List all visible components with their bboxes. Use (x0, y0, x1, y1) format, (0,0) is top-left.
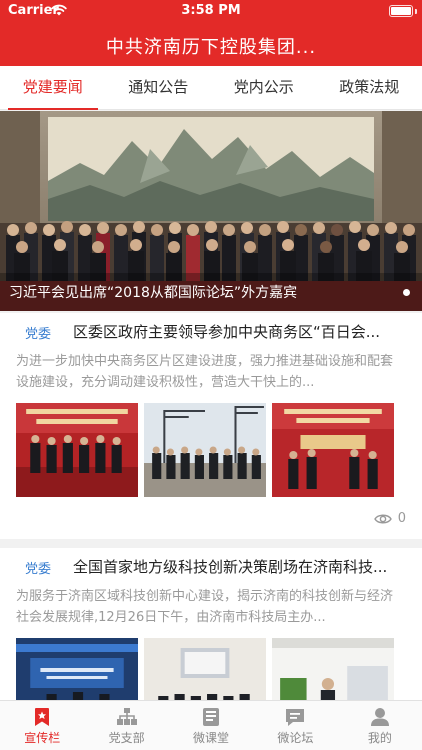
org-chart-icon (116, 708, 137, 725)
news-card[interactable]: 党委 全国首家地方级科技创新决策剧场在济南科技... 为服务于济南区域科技创新中… (0, 548, 422, 700)
banner-caption: 习近平会见出席“2018从都国际论坛”外方嘉宾 (0, 273, 422, 311)
status-bar: Carrier 3:58 PM (0, 0, 422, 22)
banner-carousel[interactable]: 习近平会见出席“2018从都国际论坛”外方嘉宾 (0, 111, 422, 311)
nav-party-branch[interactable]: 党支部 (84, 701, 168, 750)
view-count-value: 0 (397, 511, 406, 526)
news-thumbnail[interactable] (144, 403, 266, 497)
news-thumbnails (16, 403, 394, 497)
eye-icon (373, 514, 392, 523)
tab-party-publicity[interactable]: 党内公示 (211, 66, 317, 109)
page-title: 中共济南历下控股集团... (105, 37, 317, 58)
news-thumbnail[interactable] (16, 403, 138, 497)
status-time: 3:58 PM (181, 3, 241, 18)
news-thumbnails (16, 638, 394, 700)
news-thumbnail[interactable] (272, 638, 394, 700)
news-thumbnail[interactable] (272, 403, 394, 497)
nav-label: 宣传栏 (24, 731, 61, 745)
news-summary: 为服务于济南区域科技创新中心建设，揭示济南的科技创新与经济社会发展规律,12月2… (16, 589, 394, 625)
nav-micro-class[interactable]: 微课堂 (169, 701, 253, 750)
nav-publicity[interactable]: 宣传栏 (0, 701, 84, 750)
news-title[interactable]: 区委区政府主要领导参加中央商务区“百日会... (73, 321, 404, 342)
nav-mine[interactable]: 我的 (338, 701, 422, 750)
news-summary: 为进一步加快中央商务区片区建设进度，强力推进基础设施和配套设施建设，充分调动建设… (16, 354, 394, 390)
nav-label: 微论坛 (277, 731, 314, 745)
news-thumbnail[interactable] (16, 638, 138, 700)
battery-icon (389, 5, 413, 17)
news-tag: 党委 (25, 327, 52, 342)
nav-micro-forum[interactable]: 微论坛 (253, 701, 337, 750)
app-header: Carrier 3:58 PM 中共济南历下控股集团... (0, 0, 422, 66)
banner-caption-text: 习近平会见出席“2018从都国际论坛”外方嘉宾 (9, 285, 298, 301)
tab-policies[interactable]: 政策法规 (317, 66, 422, 109)
book-icon (203, 708, 220, 726)
nav-label: 党支部 (108, 731, 145, 745)
tab-notices[interactable]: 通知公告 (106, 66, 212, 109)
bookmark-icon (35, 708, 50, 726)
news-thumbnail[interactable] (144, 638, 266, 700)
chat-icon (286, 709, 305, 726)
news-title[interactable]: 全国首家地方级科技创新决策剧场在济南科技... (73, 556, 404, 577)
nav-label: 微课堂 (193, 731, 230, 745)
user-icon (370, 708, 389, 726)
app-screen: Carrier 3:58 PM 中共济南历下控股集团... 党建要闻 通知公告 … (0, 0, 422, 750)
view-count: 0 (373, 511, 406, 526)
carousel-indicator[interactable] (403, 289, 410, 296)
category-tabs: 党建要闻 通知公告 党内公示 政策法规 (0, 66, 422, 110)
bottom-tab-bar: 宣传栏 党支部 微课堂 微论坛 我的 (0, 700, 422, 750)
news-card[interactable]: 党委 区委区政府主要领导参加中央商务区“百日会... 为进一步加快中央商务区片区… (0, 313, 422, 539)
news-tag: 党委 (25, 562, 52, 577)
nav-label: 我的 (367, 731, 392, 745)
tab-party-news[interactable]: 党建要闻 (0, 66, 106, 110)
battery-cap (415, 9, 417, 14)
